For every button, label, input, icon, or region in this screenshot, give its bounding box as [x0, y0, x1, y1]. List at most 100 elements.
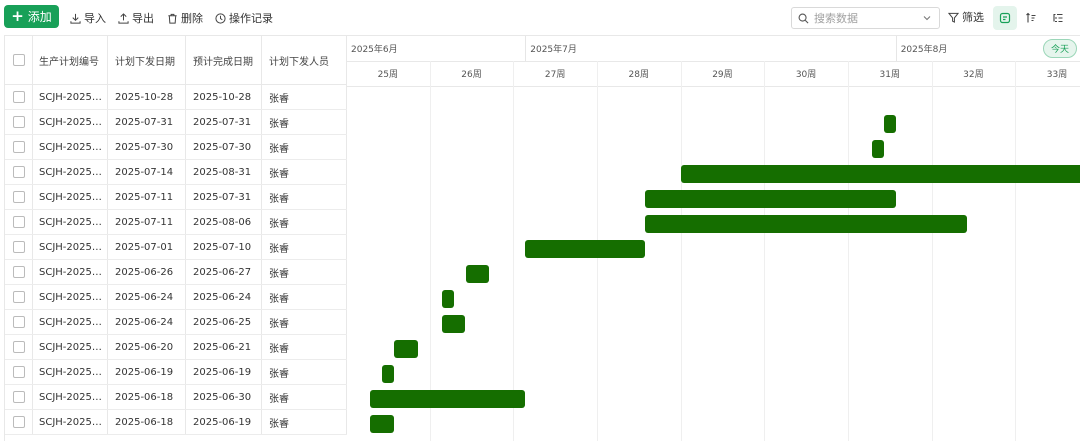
- issue-date: 2025-06-19: [108, 360, 186, 384]
- row-checkbox[interactable]: [12, 141, 25, 153]
- finish-date: 2025-08-31: [186, 160, 262, 184]
- gantt-header-bottom: [346, 86, 1080, 87]
- table-row[interactable]: SCJH-20250... 2025-06-18 2025-06-19 张睿: [5, 410, 347, 435]
- finish-date: 2025-07-31: [186, 185, 262, 209]
- export-label: 导出: [132, 12, 154, 25]
- table-row[interactable]: SCJH-20250... 2025-06-20 2025-06-21 张睿: [5, 335, 347, 360]
- log-label: 操作记录: [229, 12, 273, 25]
- table-row[interactable]: SCJH-20250... 2025-07-31 2025-07-31 张睿: [5, 110, 347, 135]
- gantt-bar[interactable]: [883, 114, 896, 133]
- delete-label: 删除: [181, 12, 203, 25]
- table-row[interactable]: SCJH-20250... 2025-06-19 2025-06-19 张睿: [5, 360, 347, 385]
- row-checkbox[interactable]: [12, 91, 25, 103]
- issue-date: 2025-06-26: [108, 260, 186, 284]
- list-view-button[interactable]: [1046, 6, 1070, 30]
- table-row[interactable]: SCJH-20250... 2025-07-14 2025-08-31 张睿: [5, 160, 347, 185]
- col-header-issue-date[interactable]: 计划下发日期: [108, 36, 186, 84]
- finish-date: 2025-07-10: [186, 235, 262, 259]
- issuer-name: 张睿: [262, 235, 347, 259]
- table-row[interactable]: SCJH-20250... 2025-07-11 2025-08-06 张睿: [5, 210, 347, 235]
- row-checkbox[interactable]: [12, 241, 25, 253]
- import-button[interactable]: 导入: [70, 9, 106, 27]
- gantt-bar[interactable]: [393, 339, 418, 358]
- gantt-bar[interactable]: [441, 314, 466, 333]
- plan-code: SCJH-20250...: [39, 141, 105, 153]
- finish-date: 2025-08-06: [186, 210, 262, 234]
- table-row[interactable]: SCJH-20250... 2025-06-18 2025-06-30 张睿: [5, 385, 347, 410]
- gantt-view-button[interactable]: [993, 6, 1017, 30]
- row-checkbox[interactable]: [12, 116, 25, 128]
- row-checkbox[interactable]: [12, 191, 25, 203]
- table-row[interactable]: SCJH-20251... 2025-10-28 2025-10-28 张睿: [5, 85, 347, 110]
- gantt-bar[interactable]: [441, 289, 454, 308]
- month-label: 2025年6月: [351, 45, 398, 55]
- gantt-bar[interactable]: [644, 189, 896, 208]
- week-gridline: [931, 61, 933, 441]
- table-row[interactable]: SCJH-20250... 2025-07-01 2025-07-10 张睿: [5, 235, 347, 260]
- table-row[interactable]: SCJH-20250... 2025-06-24 2025-06-24 张睿: [5, 285, 347, 310]
- col-header-code[interactable]: 生产计划编号: [33, 36, 108, 84]
- issue-date: 2025-07-11: [108, 185, 186, 209]
- gantt-bar[interactable]: [369, 389, 526, 408]
- issuer-name: 张睿: [262, 210, 347, 234]
- row-checkbox[interactable]: [12, 266, 25, 278]
- gantt-bar[interactable]: [381, 364, 394, 383]
- week-gridline: [764, 61, 766, 441]
- filter-button[interactable]: 筛选: [948, 9, 984, 25]
- row-checkbox[interactable]: [12, 391, 25, 403]
- gantt-bar[interactable]: [525, 239, 645, 258]
- row-checkbox[interactable]: [12, 366, 25, 378]
- table-row[interactable]: SCJH-20250... 2025-06-24 2025-06-25 张睿: [5, 310, 347, 335]
- row-checkbox[interactable]: [12, 316, 25, 328]
- import-label: 导入: [84, 12, 106, 25]
- table-row[interactable]: SCJH-20250... 2025-07-11 2025-07-31 张睿: [5, 185, 347, 210]
- row-checkbox[interactable]: [12, 216, 25, 228]
- finish-date: 2025-06-25: [186, 310, 262, 334]
- month-label: 2025年7月: [530, 45, 577, 55]
- plan-code: SCJH-20250...: [39, 116, 105, 128]
- finish-date: 2025-06-19: [186, 410, 262, 434]
- col-header-issuer[interactable]: 计划下发人员: [262, 36, 347, 84]
- row-checkbox[interactable]: [12, 416, 25, 428]
- delete-button[interactable]: 删除: [167, 9, 203, 27]
- search-input[interactable]: [814, 11, 914, 25]
- week-label: 25周: [377, 70, 399, 80]
- sort-button[interactable]: [1019, 6, 1043, 30]
- plan-code: SCJH-20250...: [39, 216, 105, 228]
- week-gridline: [847, 61, 849, 441]
- gantt-chart: 2025年6月 2025年7月 2025年8月 25周 26周 27周 28周 29周 30周…: [346, 35, 1080, 441]
- issuer-name: 张睿: [262, 310, 347, 334]
- export-button[interactable]: 导出: [118, 9, 154, 27]
- plan-code: SCJH-20250...: [39, 191, 105, 203]
- finish-date: 2025-06-24: [186, 285, 262, 309]
- row-checkbox[interactable]: [12, 291, 25, 303]
- issue-date: 2025-06-18: [108, 385, 186, 409]
- search-box[interactable]: [791, 7, 940, 29]
- issuer-name: 张睿: [262, 85, 347, 109]
- row-checkbox[interactable]: [12, 341, 25, 353]
- week-gridline: [429, 61, 431, 441]
- row-checkbox[interactable]: [12, 166, 25, 178]
- select-all-checkbox[interactable]: [12, 54, 25, 66]
- table-row[interactable]: SCJH-20250... 2025-06-26 2025-06-27 张睿: [5, 260, 347, 285]
- gantt-bar[interactable]: [644, 214, 968, 233]
- plan-code: SCJH-20250...: [39, 341, 105, 353]
- add-label: 添加: [27, 10, 52, 24]
- issue-date: 2025-06-24: [108, 310, 186, 334]
- gantt-bar[interactable]: [465, 264, 490, 283]
- plan-code: SCJH-20250...: [39, 416, 105, 428]
- gantt-bar[interactable]: [369, 414, 394, 433]
- issuer-name: 张睿: [262, 110, 347, 134]
- finish-date: 2025-07-31: [186, 110, 262, 134]
- week-label: 26周: [461, 70, 482, 80]
- add-button[interactable]: + 添加: [4, 5, 59, 28]
- week-label: 29周: [712, 70, 733, 80]
- issue-date: 2025-06-18: [108, 410, 186, 434]
- today-button[interactable]: 今天: [1043, 39, 1077, 58]
- gantt-bar[interactable]: [871, 139, 884, 158]
- col-header-finish-date[interactable]: 预计完成日期: [186, 36, 262, 84]
- chevron-down-icon[interactable]: [922, 13, 932, 23]
- table-row[interactable]: SCJH-20250... 2025-07-30 2025-07-30 张睿: [5, 135, 347, 160]
- log-button[interactable]: 操作记录: [215, 9, 273, 27]
- gantt-bar[interactable]: [680, 164, 1080, 183]
